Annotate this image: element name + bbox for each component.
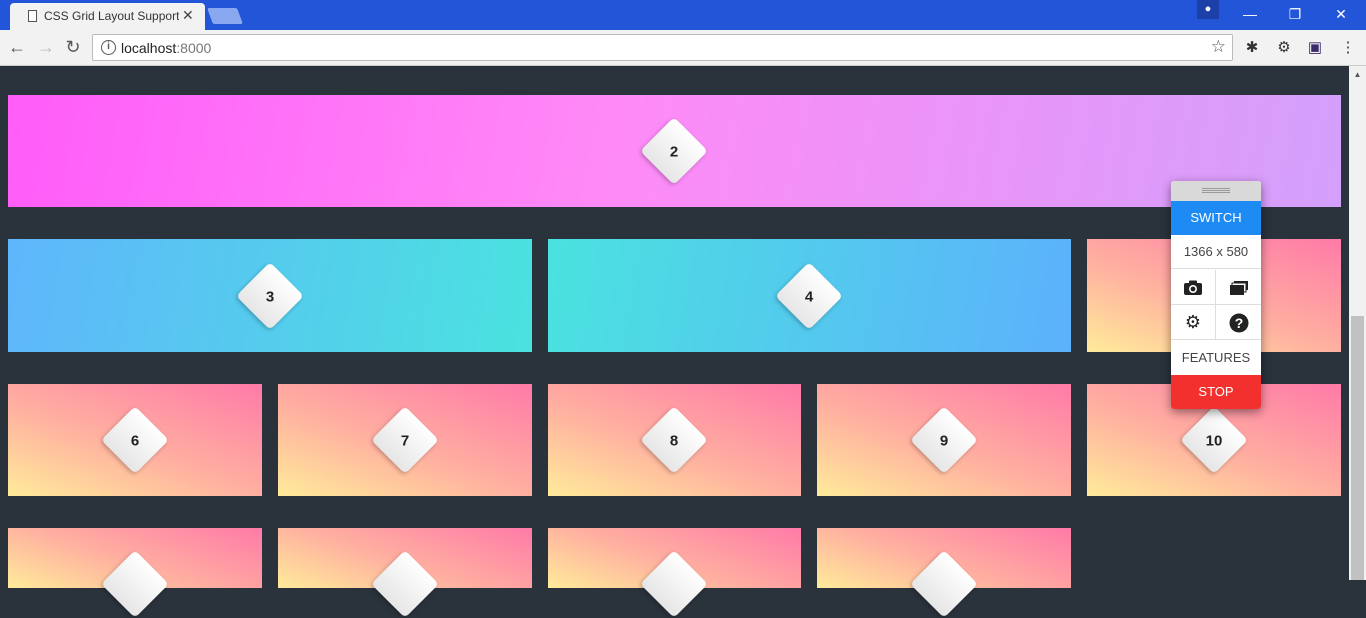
tab-title: CSS Grid Layout Support (44, 9, 179, 23)
grid-item-number: 3 (265, 288, 275, 306)
grid-item-number: 6 (130, 432, 140, 450)
grid-item-number: 10 (1205, 432, 1223, 450)
viewport-switcher-panel: SWITCH 1366 x 580 ⚙ ? FEATURES STOP (1171, 181, 1261, 409)
forward-arrow-icon[interactable]: → (34, 36, 58, 60)
help-icon[interactable]: ? (1216, 305, 1261, 340)
svg-text:?: ? (1234, 315, 1243, 331)
switch-button[interactable]: SWITCH (1171, 201, 1261, 235)
scroll-thumb[interactable] (1351, 316, 1364, 580)
panel-drag-handle[interactable] (1171, 181, 1261, 201)
menu-dots-icon[interactable]: ⋮ (1338, 38, 1358, 58)
grid-item-number: 8 (669, 432, 679, 450)
minimize-button[interactable]: — (1227, 4, 1273, 26)
grip-line (1202, 188, 1230, 189)
gear-icon[interactable]: ⚙ (1171, 305, 1216, 340)
url-host: localhost (121, 40, 177, 56)
resolution-label: 1366 x 580 (1171, 235, 1261, 269)
scroll-up-arrow-icon[interactable]: ▲ (1349, 66, 1366, 83)
new-tab-button[interactable] (207, 8, 243, 24)
page-scrollbar[interactable]: ▲ (1349, 66, 1366, 580)
tab-close-icon[interactable]: ✕ (182, 7, 194, 24)
close-window-button[interactable]: ✕ (1318, 4, 1364, 26)
browser-toolbar: ← → ↻ i localhost:8000 ☆ ✱ ⚙ ▣ ⋮ (0, 30, 1366, 66)
page-icon (28, 10, 37, 22)
extension-bug-icon[interactable]: ✱ (1242, 38, 1262, 58)
grip-line (1202, 192, 1230, 193)
extension-viewport-icon[interactable]: ▣ (1305, 38, 1325, 58)
maximize-button[interactable]: ❐ (1272, 4, 1318, 26)
camera-icon[interactable] (1171, 270, 1216, 305)
extension-gear-icon[interactable]: ⚙ (1274, 38, 1294, 58)
url-port: :8000 (176, 40, 212, 56)
url-text: localhost:8000 (121, 40, 211, 56)
features-button[interactable]: FEATURES (1171, 340, 1261, 375)
browser-title-bar: CSS Grid Layout Support ✕ ● — ❐ ✕ (0, 0, 1366, 30)
back-arrow-icon[interactable]: ← (5, 36, 29, 60)
grid-item-number: 4 (804, 288, 814, 306)
grid-item-number: 2 (669, 143, 679, 161)
address-bar[interactable]: i localhost:8000 ☆ (92, 34, 1233, 61)
grid-item-number: 9 (939, 432, 949, 450)
grip-line (1202, 190, 1230, 191)
reload-icon[interactable]: ↻ (61, 36, 85, 60)
info-icon[interactable]: i (101, 40, 116, 55)
gallery-icon[interactable] (1216, 270, 1261, 305)
profile-icon[interactable]: ● (1197, 0, 1219, 19)
grid-item-number: 7 (400, 432, 410, 450)
browser-tab[interactable]: CSS Grid Layout Support ✕ (10, 3, 205, 30)
bookmark-star-icon[interactable]: ☆ (1211, 37, 1226, 57)
stop-button[interactable]: STOP (1171, 375, 1261, 409)
